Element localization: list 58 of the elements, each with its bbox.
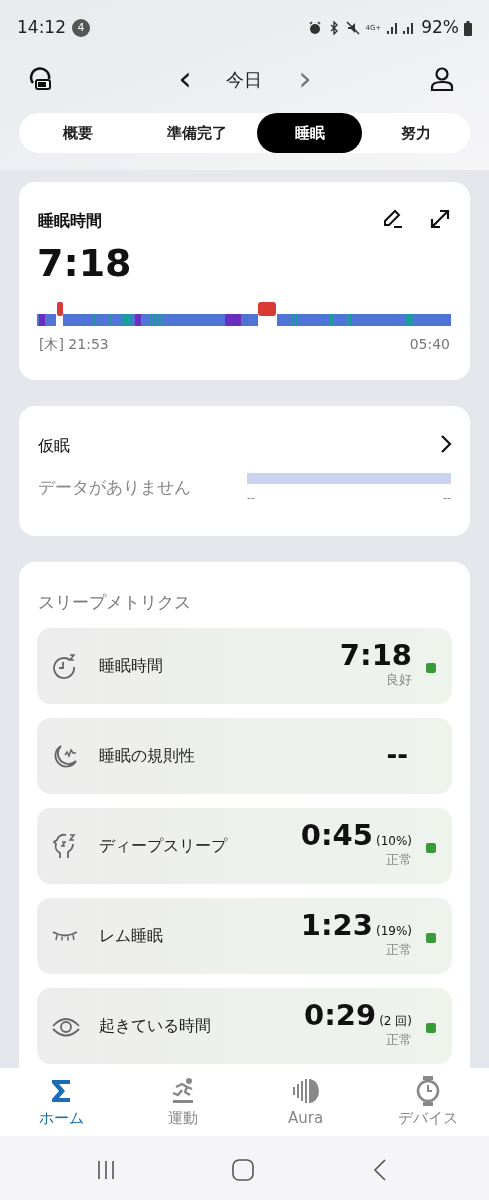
empty-message: データがありません	[38, 476, 191, 499]
sound-wave-icon	[290, 1076, 321, 1106]
metric-row[interactable]: 睡眠の規則性 --	[37, 718, 452, 794]
end-time: --	[443, 490, 451, 506]
sleep-duration: 7:18	[37, 244, 132, 282]
battery-percent: 92%	[421, 16, 459, 40]
metric-label: ディープスリープ	[99, 835, 227, 857]
metric-label: 睡眠の規則性	[99, 745, 195, 767]
card-title: 仮眠	[38, 435, 70, 457]
tab[interactable]: 睡眠	[257, 113, 362, 153]
tab[interactable]: 努力	[362, 113, 470, 153]
expand-icon[interactable]	[429, 208, 451, 230]
mute-icon	[346, 21, 361, 35]
nap-card[interactable]: 仮眠 データがありません -- --	[19, 406, 470, 536]
battery-icon	[464, 20, 472, 36]
metric-value: 7:18	[339, 638, 412, 672]
card-title: 睡眠時間	[38, 210, 102, 232]
metric-row[interactable]: 睡眠時間 7:18 良好	[37, 628, 452, 704]
metric-rating: 正常	[386, 942, 412, 958]
back-icon[interactable]	[373, 1159, 387, 1181]
metric-row[interactable]: 起きている時間 0:29(2 回) 正常	[37, 988, 452, 1064]
prev-day-button[interactable]: ‹	[172, 60, 198, 96]
profile-icon[interactable]	[429, 66, 455, 92]
metric-rating: 正常	[386, 1032, 412, 1048]
edit-icon[interactable]	[382, 208, 404, 230]
nav-item[interactable]: ホーム	[0, 1068, 123, 1136]
metric-value: 1:23	[300, 908, 373, 942]
metric-rating: 正常	[386, 852, 412, 868]
tab[interactable]: 準備完了	[137, 113, 257, 153]
end-time: 05:40	[409, 335, 450, 354]
date-title: 今日	[226, 68, 262, 92]
section-title: スリープメトリクス	[38, 591, 191, 614]
alarm-icon	[308, 21, 323, 35]
metric-label: 起きている時間	[99, 1015, 211, 1037]
recents-icon[interactable]	[96, 1160, 116, 1180]
nav-item[interactable]: デバイス	[366, 1068, 489, 1136]
metric-percent: (19%)	[375, 923, 412, 940]
closed-eye-icon	[51, 931, 79, 941]
metric-percent: (2 回)	[379, 1013, 412, 1030]
tab[interactable]: 概要	[19, 113, 137, 153]
metric-percent: (10%)	[375, 833, 412, 850]
status-time: 14:12	[17, 16, 66, 40]
metric-label: レム睡眠	[99, 925, 163, 947]
metric-value: 0:29	[304, 998, 377, 1032]
start-time: --	[247, 490, 255, 506]
metric-value: 0:45	[300, 818, 373, 852]
next-day-button[interactable]: ›	[292, 60, 318, 96]
metric-value: --	[386, 739, 408, 772]
metric-row[interactable]: レム睡眠 1:23(19%) 正常	[37, 898, 452, 974]
metric-row[interactable]: ディープスリープ 0:45(10%) 正常	[37, 808, 452, 884]
nav-item[interactable]: Aura	[244, 1068, 367, 1136]
nav-item[interactable]: 運動	[122, 1068, 245, 1136]
metric-rating: 良好	[386, 672, 412, 688]
start-time: [木] 21:53	[39, 335, 109, 354]
metric-label: 睡眠時間	[99, 655, 163, 677]
home-icon[interactable]	[232, 1159, 254, 1181]
watch-icon	[414, 1075, 441, 1107]
chevron-right-icon[interactable]	[440, 434, 452, 454]
